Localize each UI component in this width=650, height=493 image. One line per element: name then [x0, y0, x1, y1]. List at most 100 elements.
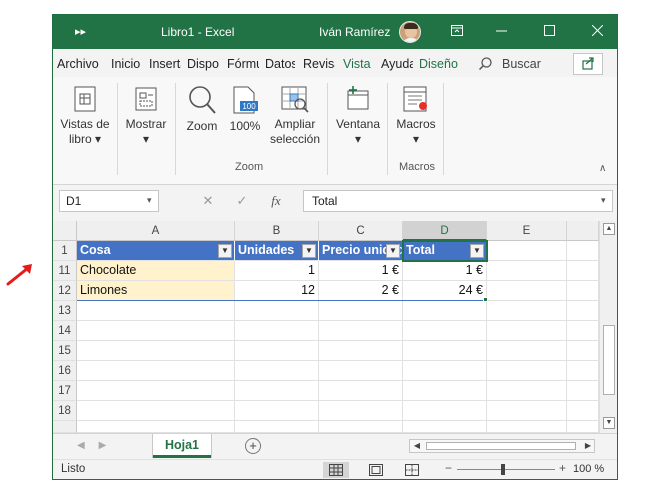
- cell[interactable]: [487, 361, 567, 381]
- maximize-icon[interactable]: [537, 21, 561, 43]
- column-header-e[interactable]: E: [487, 221, 567, 241]
- search-box[interactable]: Buscar: [478, 57, 541, 71]
- cell[interactable]: [77, 301, 235, 321]
- cell[interactable]: [567, 341, 599, 361]
- cell[interactable]: [487, 381, 567, 401]
- table-row[interactable]: Limones: [77, 281, 235, 301]
- table-cell[interactable]: 2 €: [319, 281, 403, 301]
- tab-revisar[interactable]: Revisar: [303, 57, 335, 71]
- cell[interactable]: [77, 381, 235, 401]
- cell[interactable]: [319, 321, 403, 341]
- tab-insertar[interactable]: Inserta: [149, 57, 181, 71]
- expand-formula-bar-icon[interactable]: ▾: [601, 195, 606, 206]
- sheet-tab-hoja1[interactable]: Hoja1: [153, 434, 211, 458]
- cell[interactable]: [77, 321, 235, 341]
- zoom-level[interactable]: 100 %: [573, 463, 604, 475]
- name-box[interactable]: D1: [59, 190, 159, 212]
- cell[interactable]: [235, 301, 319, 321]
- cell[interactable]: [403, 381, 487, 401]
- zoom-out-icon[interactable]: −: [445, 461, 452, 475]
- filter-dropdown-icon[interactable]: ▼: [386, 244, 400, 258]
- quick-access-toolbar[interactable]: ▸▸: [75, 25, 86, 38]
- row-header-12[interactable]: 12: [53, 281, 77, 301]
- cell[interactable]: [487, 301, 567, 321]
- mostrar-button[interactable]: Mostrar ▾: [121, 85, 171, 147]
- cell[interactable]: [567, 381, 599, 401]
- cell[interactable]: [567, 321, 599, 341]
- cell[interactable]: [487, 421, 567, 433]
- cell[interactable]: [567, 401, 599, 421]
- cell[interactable]: [487, 281, 567, 301]
- enter-icon[interactable]: ✓: [225, 193, 259, 209]
- ventana-button[interactable]: Ventana ▾: [331, 85, 385, 147]
- cell[interactable]: [319, 421, 403, 433]
- cell[interactable]: [235, 341, 319, 361]
- tab-vista[interactable]: Vista: [343, 57, 371, 71]
- cell[interactable]: [567, 241, 599, 261]
- column-header-a[interactable]: A: [77, 221, 235, 241]
- cell[interactable]: [567, 281, 599, 301]
- collapse-ribbon-icon[interactable]: ∧: [599, 163, 606, 174]
- cell[interactable]: [487, 261, 567, 281]
- row-header-15[interactable]: 15: [53, 341, 77, 361]
- tab-datos[interactable]: Datos: [265, 57, 295, 71]
- cell[interactable]: [77, 341, 235, 361]
- row-header-17[interactable]: 17: [53, 381, 77, 401]
- cell[interactable]: [235, 421, 319, 433]
- scroll-up-icon[interactable]: ▲: [603, 223, 615, 235]
- table-cell[interactable]: 1 €: [403, 261, 487, 281]
- cell[interactable]: [403, 301, 487, 321]
- filter-dropdown-icon[interactable]: ▼: [218, 244, 232, 258]
- share-button[interactable]: [573, 53, 603, 75]
- page-break-view-icon[interactable]: [399, 462, 425, 478]
- table-cell[interactable]: 1 €: [319, 261, 403, 281]
- hscroll-thumb[interactable]: [426, 442, 576, 450]
- table-cell[interactable]: 12: [235, 281, 319, 301]
- tab-ayuda[interactable]: Ayuda: [381, 57, 413, 71]
- cell[interactable]: [235, 361, 319, 381]
- cell[interactable]: [77, 421, 235, 433]
- cell[interactable]: [235, 321, 319, 341]
- normal-view-icon[interactable]: [323, 462, 349, 478]
- scroll-thumb[interactable]: [603, 325, 615, 395]
- cell[interactable]: [567, 361, 599, 381]
- cell[interactable]: [235, 401, 319, 421]
- cell[interactable]: [487, 341, 567, 361]
- table-cell[interactable]: 1: [235, 261, 319, 281]
- cell[interactable]: [567, 261, 599, 281]
- row-header-11[interactable]: 11: [53, 261, 77, 281]
- vistas-de-libro-button[interactable]: Vistas de libro ▾: [57, 85, 113, 147]
- add-sheet-icon[interactable]: +: [245, 438, 261, 454]
- column-header-d[interactable]: D: [403, 221, 487, 241]
- page-layout-view-icon[interactable]: [363, 462, 389, 478]
- cell[interactable]: [403, 421, 487, 433]
- cell[interactable]: [567, 301, 599, 321]
- ribbon-display-options-icon[interactable]: [445, 21, 469, 43]
- cancel-icon[interactable]: ✕: [191, 193, 225, 209]
- cell[interactable]: [487, 401, 567, 421]
- cell[interactable]: [319, 361, 403, 381]
- row-header-14[interactable]: 14: [53, 321, 77, 341]
- row-header-13[interactable]: 13: [53, 301, 77, 321]
- zoom-slider-track[interactable]: [457, 469, 555, 470]
- table-cell[interactable]: 24 €: [403, 281, 487, 301]
- cell[interactable]: [567, 421, 599, 433]
- table-header-cell[interactable]: Cosa: [77, 241, 235, 261]
- scroll-down-icon[interactable]: ▼: [603, 417, 615, 429]
- formula-input[interactable]: Total: [303, 190, 613, 212]
- zoom-button[interactable]: Zoom: [181, 85, 223, 134]
- cell[interactable]: [319, 301, 403, 321]
- cell[interactable]: [403, 401, 487, 421]
- scroll-right-icon[interactable]: ▶: [582, 440, 594, 452]
- column-header-c[interactable]: C: [319, 221, 403, 241]
- select-all-corner[interactable]: [53, 221, 77, 241]
- zoom-slider-knob[interactable]: [501, 464, 505, 475]
- cell[interactable]: [319, 341, 403, 361]
- cell[interactable]: [403, 341, 487, 361]
- sheet-nav-arrows[interactable]: ◀ ▶: [77, 440, 106, 451]
- row-header-1[interactable]: 1: [53, 241, 77, 261]
- row-header-16[interactable]: 16: [53, 361, 77, 381]
- column-header-b[interactable]: B: [235, 221, 319, 241]
- vertical-scrollbar[interactable]: ▲ ▼: [599, 221, 617, 433]
- scroll-left-icon[interactable]: ◀: [411, 440, 423, 452]
